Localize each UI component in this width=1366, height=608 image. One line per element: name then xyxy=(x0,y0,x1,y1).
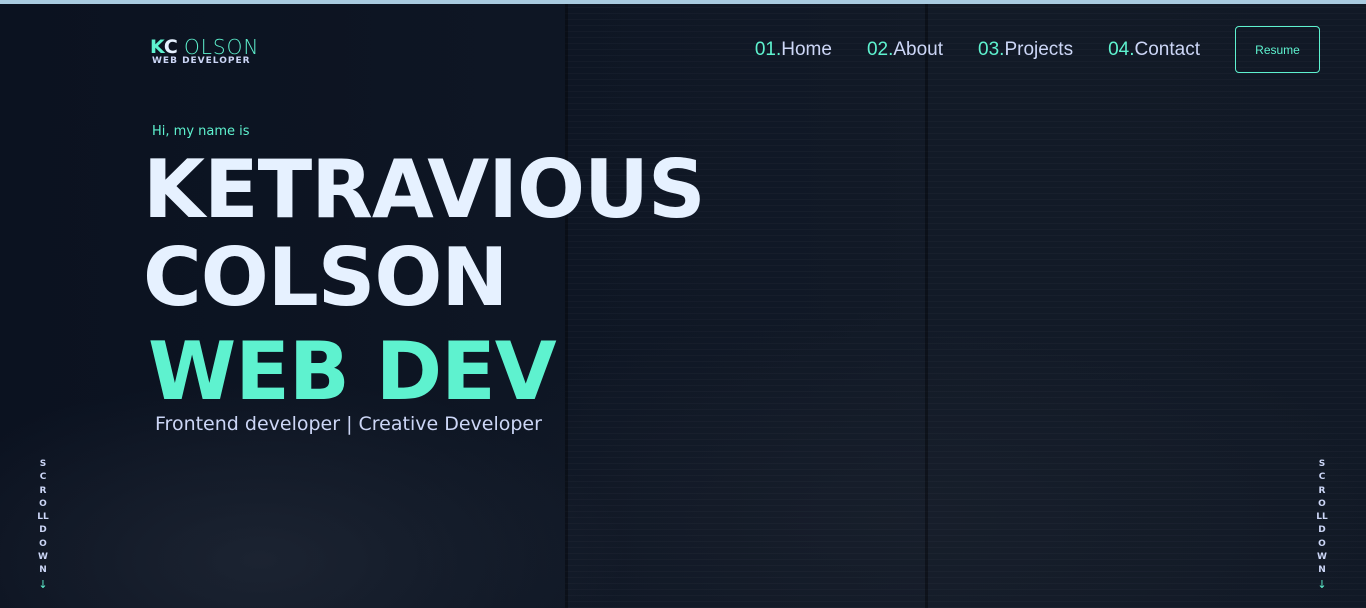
page: KC OLSON WEB DEVELOPER 01.Home 02.About … xyxy=(0,0,1366,608)
nav-item-contact[interactable]: 04.Contact xyxy=(1108,39,1200,61)
scroll-down-label: SCROLLDOWN xyxy=(37,459,49,576)
background-blind-edge xyxy=(925,4,928,608)
hero-first-name: KETRAVIOUS xyxy=(143,143,706,236)
scroll-down-left[interactable]: SCROLLDOWN ↓ xyxy=(37,458,49,590)
hero-tagline: Frontend developer | Creative Developer xyxy=(155,413,542,435)
logo-subtitle: WEB DEVELOPER xyxy=(152,56,251,66)
arrow-down-icon: ↓ xyxy=(1317,577,1327,591)
logo[interactable]: KC OLSON WEB DEVELOPER xyxy=(150,34,280,70)
nav-item-projects[interactable]: 03.Projects xyxy=(978,39,1073,61)
resume-button[interactable]: Resume xyxy=(1235,26,1320,73)
nav-item-home[interactable]: 01.Home xyxy=(755,39,832,61)
hero-name: KETRAVIOUS COLSON xyxy=(143,143,706,324)
logo-mark: KC xyxy=(150,36,178,58)
main-nav: 01.Home 02.About 03.Projects 04.Contact xyxy=(755,38,1200,62)
hero-last-name: COLSON xyxy=(143,231,508,324)
scroll-down-label: SCROLLDOWN xyxy=(1316,459,1328,576)
scroll-down-right[interactable]: SCROLLDOWN ↓ xyxy=(1316,458,1328,590)
nav-item-about[interactable]: 02.About xyxy=(867,39,943,61)
arrow-down-icon: ↓ xyxy=(38,577,48,591)
hero-role: WEB DEV xyxy=(148,325,557,418)
hero-greeting: Hi, my name is xyxy=(152,124,250,139)
